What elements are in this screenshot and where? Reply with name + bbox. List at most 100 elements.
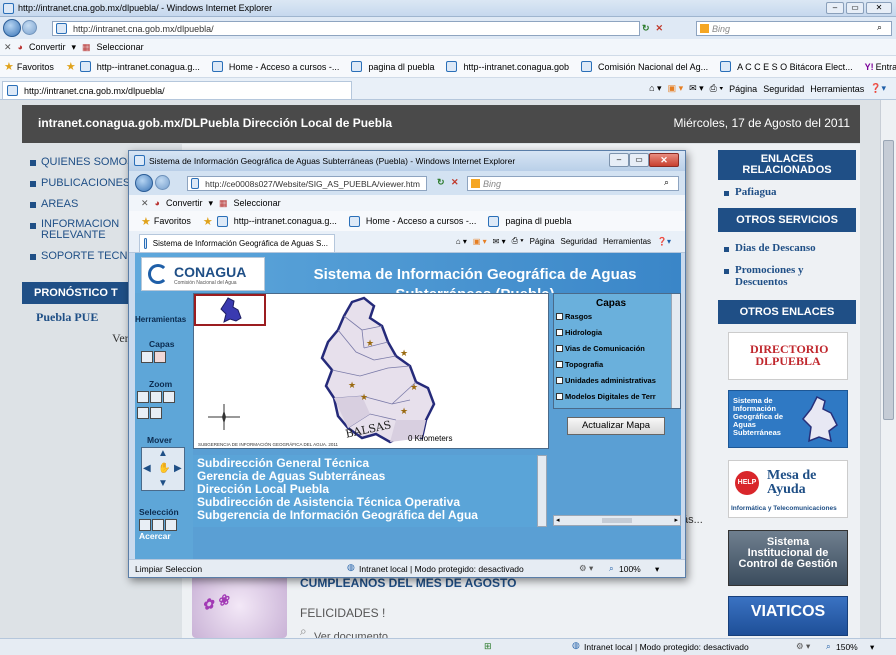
help-icon[interactable]: ❓▾ (657, 237, 671, 246)
weather-ver[interactable]: Ver (112, 331, 129, 346)
subdirs-scrollbar[interactable] (537, 455, 547, 527)
popup-security-menu[interactable]: Seguridad (561, 237, 597, 246)
outer-status-ie-icon[interactable]: ⚙ ▾ (796, 641, 810, 652)
mail-icon[interactable]: ✉ ▾ (493, 237, 506, 246)
maximize-button[interactable]: ▭ (846, 2, 864, 14)
favorite-link-1[interactable]: http--intranet.conagua.g... (79, 61, 206, 72)
outer-address-bar[interactable]: http://intranet.cna.gob.mx/dlpuebla/ (52, 21, 640, 36)
favorite-link-7[interactable]: Y!Entrar en Yahoo! (865, 62, 896, 72)
popup-status-ie-icon[interactable]: ⚙ ▾ (579, 563, 593, 574)
popup-back-button[interactable] (135, 174, 153, 192)
pan-hand-icon[interactable]: ✋ (158, 463, 170, 474)
layer-topografia[interactable]: Topografia (556, 360, 656, 369)
favorite-link-3[interactable]: pagina dl puebla (351, 61, 440, 72)
popup-close-button[interactable]: ✕ (649, 153, 679, 167)
popup-search-icon[interactable]: ⌕ (664, 177, 669, 188)
subdir-item[interactable]: Subgerencia de Información Geográfica de… (197, 509, 537, 522)
mail-icon[interactable]: ✉ ▾ (689, 83, 704, 94)
refresh-icon[interactable]: ↻ (642, 23, 650, 34)
popup-convert-button[interactable]: Convertir (166, 198, 203, 208)
popup-favorite-link-1[interactable]: http--intranet.conagua.g... (216, 215, 343, 227)
layers-hscrollbar[interactable]: ◂ ▸ (553, 515, 681, 526)
convert-button[interactable]: Convertir (29, 42, 66, 52)
help-icon[interactable]: ❓▾ (870, 83, 886, 94)
stop-icon[interactable]: ✕ (656, 23, 664, 34)
pan-down-icon[interactable]: ▼ (158, 478, 168, 489)
scroll-right-icon[interactable]: ▸ (674, 516, 678, 524)
viaticos-banner[interactable]: VIATICOS (728, 596, 848, 636)
directorio-banner[interactable]: DIRECTORIO DLPUEBLA (728, 332, 848, 380)
layer-toggle-icon[interactable] (556, 393, 563, 400)
popup-zoom-chevron-icon[interactable]: ▾ (655, 564, 659, 575)
forward-button[interactable] (22, 20, 37, 35)
select-rect-icon[interactable] (139, 519, 151, 531)
favorite-link-4[interactable]: http--intranet.conagua.gob (446, 61, 575, 72)
pan-up-icon[interactable]: ▲ (158, 448, 168, 459)
back-button[interactable] (3, 19, 21, 37)
outer-zoom-level[interactable]: 150% (836, 642, 858, 652)
layers-scrollbar[interactable] (671, 294, 680, 408)
feeds-icon[interactable]: ▣ ▾ (473, 237, 487, 246)
pan-control[interactable]: ▲ ◀ ✋ ▶ ▼ (141, 447, 185, 491)
outer-tab[interactable]: http://intranet.cna.gob.mx/dlpuebla/ (2, 81, 352, 99)
zoom-full-icon[interactable] (137, 407, 149, 419)
zoom-extent-icon[interactable] (163, 391, 175, 403)
favorites-button[interactable]: ★ Favoritos (4, 60, 60, 73)
sicg-banner[interactable]: Sistema Institucional de Control de Gest… (728, 530, 848, 586)
popup-toolbar-close-icon[interactable]: ✕ (141, 198, 149, 209)
favorite-link-2[interactable]: Home - Acceso a cursos -... (211, 61, 346, 72)
right-link-pafiagua[interactable]: Pafiagua (724, 186, 777, 198)
page-menu[interactable]: Página (729, 84, 757, 94)
select-clear-icon[interactable] (165, 519, 177, 531)
pan-right-icon[interactable]: ▶ (174, 463, 182, 474)
popup-zoom-level[interactable]: 100% (619, 564, 641, 574)
popup-favorites-button[interactable]: ★ Favoritos (141, 215, 197, 228)
select-button[interactable]: Seleccionar (97, 42, 144, 52)
right-link-promociones[interactable]: Promociones y Descuentos (724, 264, 844, 288)
popup-tools-menu[interactable]: Herramientas (603, 237, 651, 246)
chevron-down-icon[interactable]: ▾ (209, 198, 214, 209)
layer-vias[interactable]: Vias de Comunicación (556, 344, 656, 353)
popup-minimize-button[interactable]: – (609, 153, 629, 167)
popup-page-menu[interactable]: Página (530, 237, 555, 246)
close-button[interactable]: ✕ (866, 2, 892, 14)
mesa-banner[interactable]: HELP Mesa de Ayuda Informática y Telecom… (728, 460, 848, 518)
layer-toggle-icon[interactable] (556, 377, 563, 384)
layer-toggle-icon[interactable] (556, 329, 563, 336)
popup-favorite-link-3[interactable]: pagina dl puebla (488, 215, 577, 227)
left-menu-item[interactable]: INFORMACION RELEVANTE (30, 219, 130, 241)
chevron-down-icon[interactable]: ▾ (72, 42, 77, 53)
scrollbar-thumb[interactable] (883, 140, 894, 420)
search-icon[interactable]: ⌕ (877, 22, 882, 33)
layer-hidrologia[interactable]: Hidrologia (556, 328, 656, 337)
favorite-link-6[interactable]: A C C E S O Bitácora Elect... (720, 61, 859, 72)
print-icon[interactable]: ⎙ ▾ (710, 83, 723, 94)
outer-zoom-chevron-icon[interactable]: ▾ (870, 642, 874, 653)
layer-toggle-icon[interactable] (556, 313, 563, 320)
layer-toggle-icon[interactable] (556, 361, 563, 368)
layer-toggle-icon[interactable] (556, 345, 563, 352)
zoom-previous-icon[interactable] (150, 407, 162, 419)
layer-rasgos[interactable]: Rasgos (556, 312, 656, 321)
home-icon[interactable]: ⌂ ▾ (456, 237, 467, 246)
overview-map[interactable] (194, 294, 266, 326)
popup-search-box[interactable]: Bing ⌕ (467, 176, 679, 191)
scroll-left-icon[interactable]: ◂ (556, 516, 560, 524)
favorite-link-5[interactable]: Comisión Nacional del Ag... (581, 61, 714, 72)
popup-maximize-button[interactable]: ▭ (629, 153, 649, 167)
popup-select-button[interactable]: Seleccionar (234, 198, 281, 208)
add-favorite-icon[interactable]: ★ (66, 60, 76, 73)
popup-refresh-icon[interactable]: ↻ (437, 177, 445, 188)
minimize-button[interactable]: – (826, 2, 844, 14)
popup-tab[interactable]: Sistema de Información Geográfica de Agu… (139, 234, 335, 252)
home-icon[interactable]: ⌂ ▾ (649, 83, 661, 94)
right-link-descanso[interactable]: Dias de Descanso (724, 242, 816, 254)
tools-menu[interactable]: Herramientas (810, 84, 864, 94)
capas-list-icon[interactable] (141, 351, 153, 363)
popup-address-bar[interactable]: http://ce0008s027/Website/SIG_AS_PUEBLA/… (187, 176, 427, 191)
toolbar-close-icon[interactable]: ✕ (4, 42, 12, 53)
outer-search-box[interactable]: Bing ⌕ (696, 21, 892, 36)
popup-stop-icon[interactable]: ✕ (451, 177, 459, 188)
page-scrollbar[interactable] (880, 100, 896, 638)
feeds-icon[interactable]: ▣ ▾ (668, 83, 684, 94)
